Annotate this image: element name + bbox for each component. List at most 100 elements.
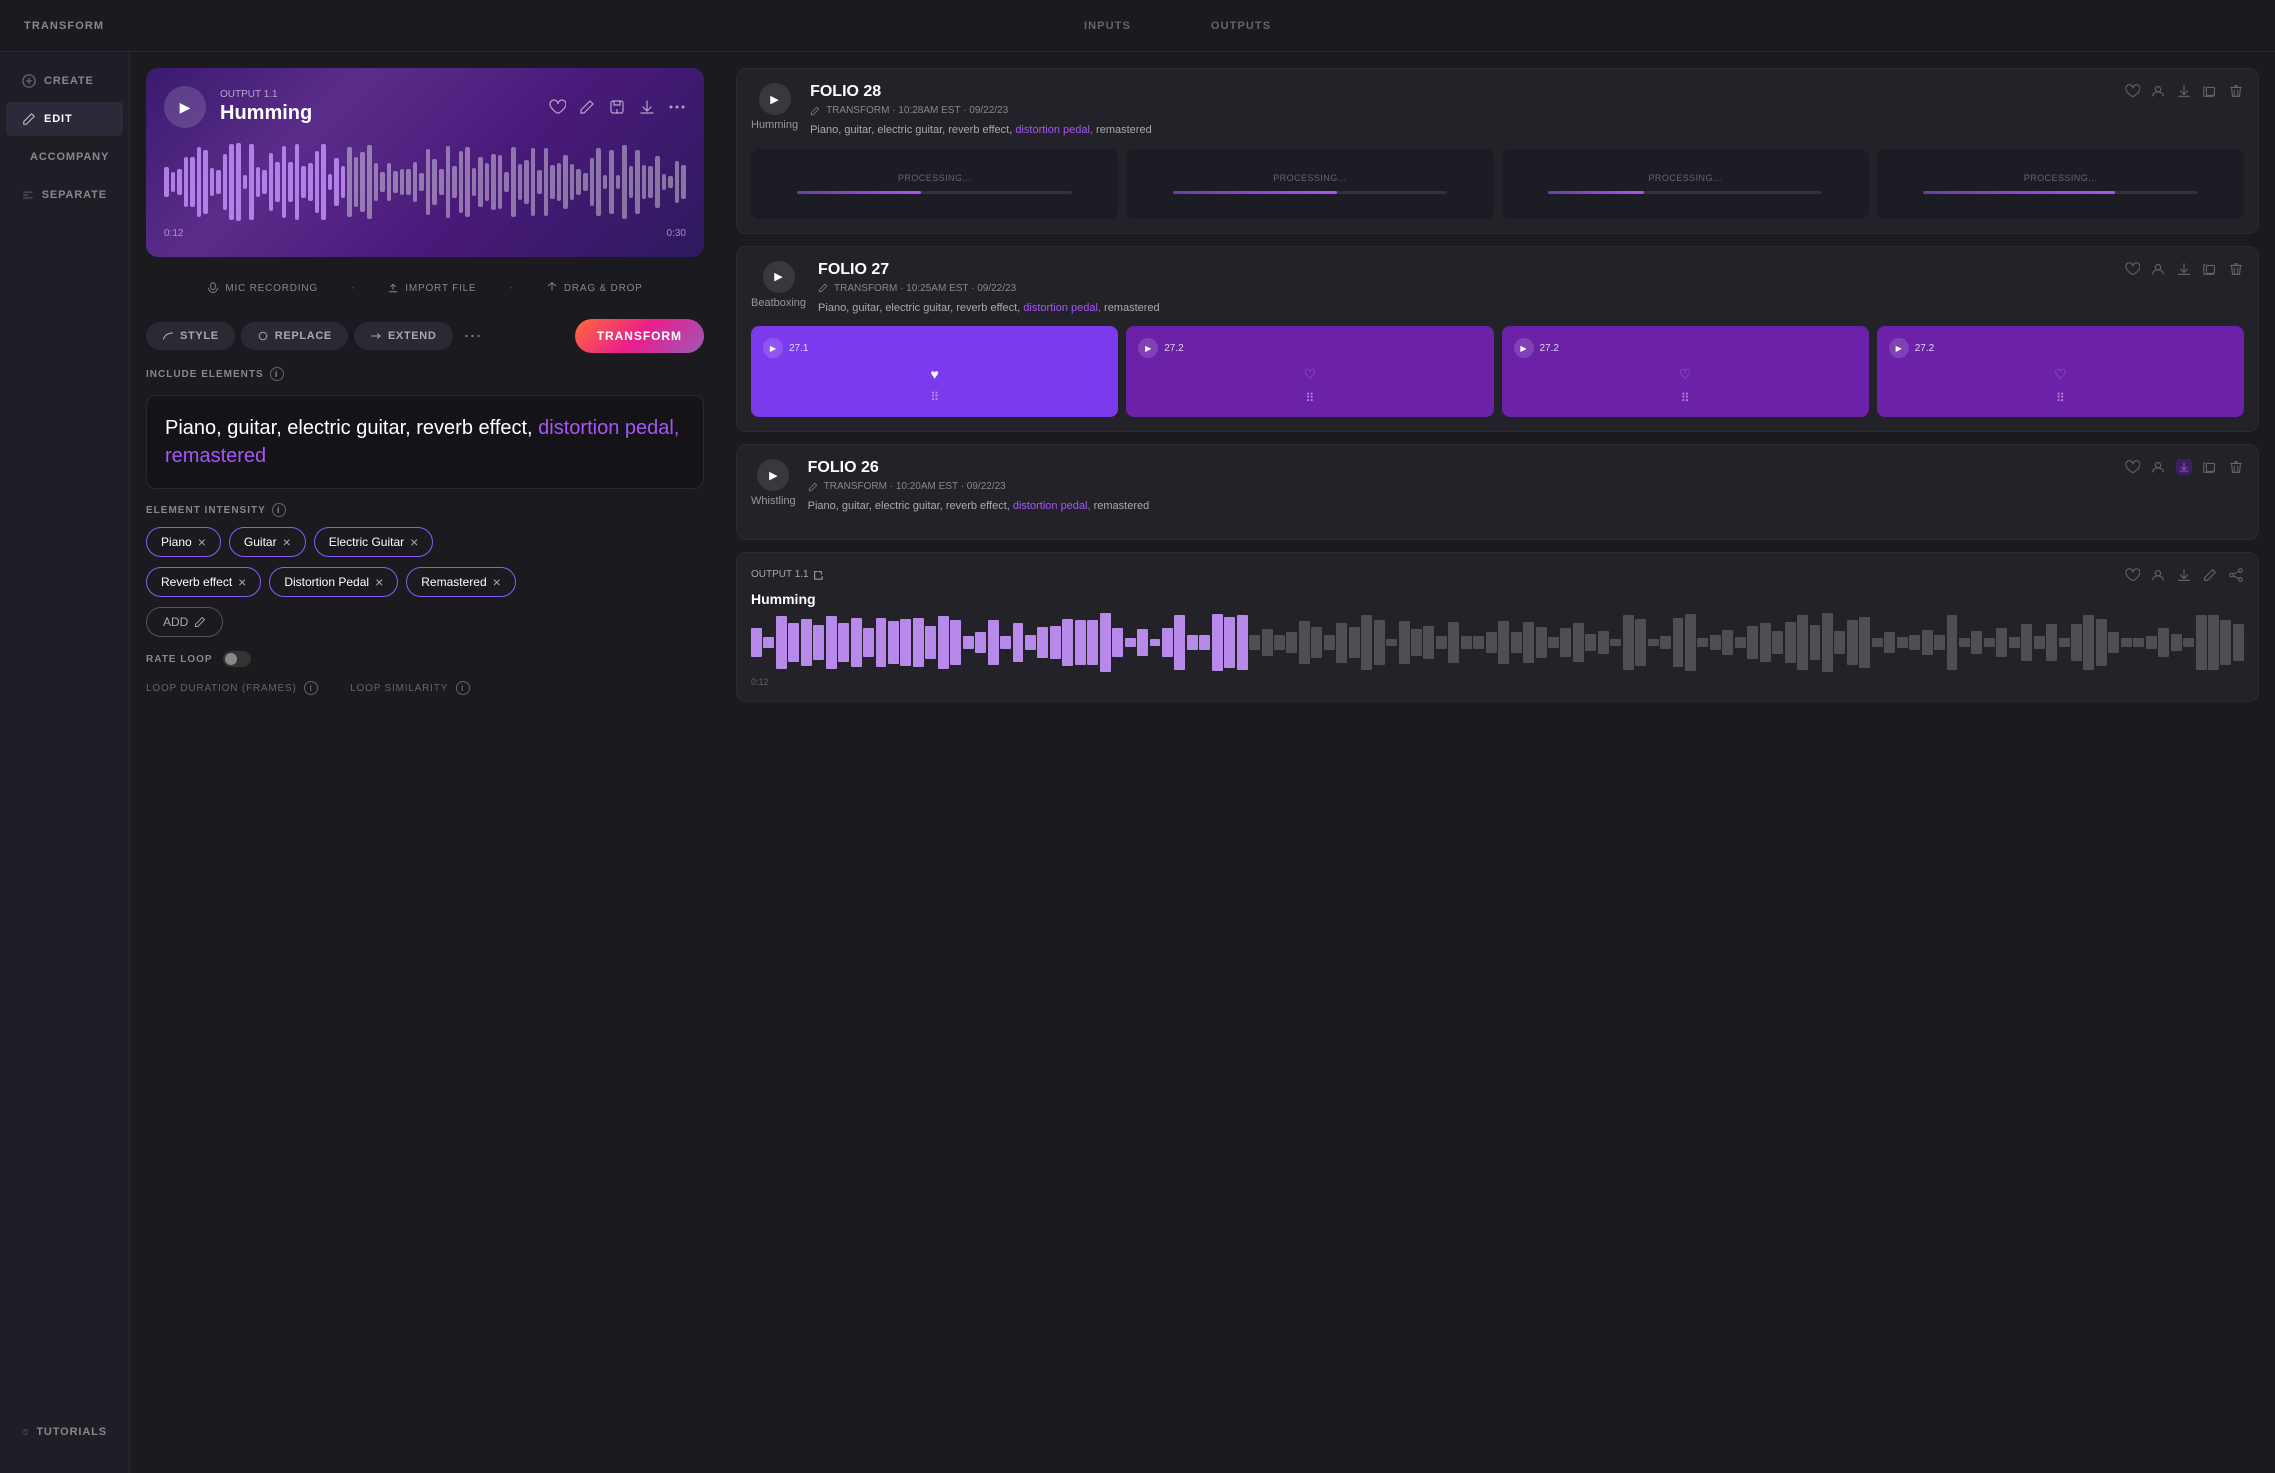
tag-electric-guitar[interactable]: Electric Guitar × [314,527,434,557]
output-edit-icon[interactable] [2202,567,2218,583]
folio-28-heart-icon[interactable] [2124,83,2140,99]
folio-26-play-button[interactable]: ▶ [757,459,789,491]
edit-icon[interactable] [578,98,596,116]
version-27-2b-heart[interactable]: ♡ [1679,366,1692,383]
sidebar-item-separate[interactable]: SEPARATE [6,178,123,212]
tag-remastered[interactable]: Remastered × [406,567,516,597]
sidebar-item-edit-label: EDIT [44,113,73,125]
folio-26-delete-icon[interactable] [2228,459,2244,475]
tag-guitar-remove[interactable]: × [283,535,291,549]
style-tab[interactable]: STYLE [146,322,235,350]
processing-bar-3 [1548,191,1644,194]
sidebar-item-create[interactable]: CREATE [6,64,123,98]
tag-reverb[interactable]: Reverb effect × [146,567,261,597]
transform-label: TRANSFORM [24,20,104,32]
nav-outputs[interactable]: OUTPUTS [1211,20,1271,32]
version-27-2b[interactable]: ▶ 27.2 ♡ ⠿ [1502,326,1869,417]
output-profile-icon[interactable] [2150,567,2166,583]
output-label: OUTPUT 1.1 [220,89,534,100]
folio-27-download-icon[interactable] [2176,261,2192,277]
time-start: 0:12 [164,228,183,239]
rate-loop-toggle[interactable] [223,651,251,667]
output-download-icon[interactable] [2176,567,2192,583]
tag-piano-remove[interactable]: × [198,535,206,549]
element-intensity-info-icon[interactable]: i [272,503,286,517]
loop-similarity-info-icon[interactable]: i [456,681,470,695]
version-27-2c-heart[interactable]: ♡ [2054,366,2067,383]
mic-recording-option[interactable]: MIC RECORDING [207,279,318,297]
sidebar-item-accompany[interactable]: ACCOMPANY [6,140,123,174]
sidebar-item-tutorials[interactable]: TUTORIALS [6,1415,123,1449]
version-27-1-heart[interactable]: ♥ [930,366,938,382]
drag-drop-option[interactable]: DRAG & DROP [546,279,643,297]
tag-reverb-remove[interactable]: × [238,575,246,589]
folio-28-download-icon[interactable] [2176,83,2192,99]
prompt-box[interactable]: Piano, guitar, electric guitar, reverb e… [146,395,704,489]
folio-27-title: FOLIO 27 [818,261,2112,279]
version-27-2a-heart[interactable]: ♡ [1304,366,1317,383]
time-labels: 0:12 0:30 [164,228,686,239]
more-icon[interactable] [668,98,686,116]
folio-26-copy-icon[interactable] [2202,459,2218,475]
processing-item-2: PROCESSING... [1126,149,1493,219]
include-elements-info-icon[interactable]: i [270,367,284,381]
folio-26-link[interactable]: distortion pedal, [1013,500,1091,512]
folio-28-profile-icon[interactable] [2150,83,2166,99]
transform-button[interactable]: TRANSFORM [575,319,704,353]
sidebar-item-edit[interactable]: EDIT [6,102,123,136]
download-icon[interactable] [638,98,656,116]
add-edit-icon [194,616,206,628]
nav-inputs[interactable]: INPUTS [1084,20,1131,32]
version-27-1[interactable]: ▶ 27.1 ♥ ⠿ [751,326,1118,417]
output-share-icon[interactable] [2228,567,2244,583]
folio-28-link[interactable]: distortion pedal, [1015,124,1093,136]
folio-28-delete-icon[interactable] [2228,83,2244,99]
version-27-2b-play-row: ▶ 27.2 [1514,338,1857,358]
save-icon[interactable] [608,98,626,116]
version-27-2a-play-btn[interactable]: ▶ [1138,338,1158,358]
processing-text-1: PROCESSING... [898,173,971,183]
sidebar-item-create-label: CREATE [44,75,94,87]
folio-27-link[interactable]: distortion pedal, [1023,302,1101,314]
folio-26-actions [2124,459,2244,475]
output-heart-icon[interactable] [2124,567,2140,583]
tag-distortion[interactable]: Distortion Pedal × [269,567,398,597]
more-options-button[interactable]: ⋯ [459,322,487,350]
folio-26-download-icon[interactable] [2176,459,2192,475]
time-end: 0:30 [667,228,686,239]
tag-distortion-remove[interactable]: × [375,575,383,589]
version-27-2c-play-btn[interactable]: ▶ [1889,338,1909,358]
tag-piano[interactable]: Piano × [146,527,221,557]
waveform[interactable] [164,142,686,222]
folio-26-heart-icon[interactable] [2124,459,2140,475]
heart-icon[interactable] [548,98,566,116]
element-intensity-label: ELEMENT INTENSITY i [146,503,704,517]
version-27-2a[interactable]: ▶ 27.2 ♡ ⠿ [1126,326,1493,417]
pencil-icon [22,112,36,126]
version-27-1-play-btn[interactable]: ▶ [763,338,783,358]
processing-item-4: PROCESSING... [1877,149,2244,219]
folio-28-play-button[interactable]: ▶ [759,83,791,115]
version-27-2c[interactable]: ▶ 27.2 ♡ ⠿ [1877,326,2244,417]
version-27-2b-play-btn[interactable]: ▶ [1514,338,1534,358]
folio-27-delete-icon[interactable] [2228,261,2244,277]
tag-guitar[interactable]: Guitar × [229,527,306,557]
folio-27-heart-icon[interactable] [2124,261,2140,277]
loop-duration-info-icon[interactable]: i [304,681,318,695]
folio-26-profile-icon[interactable] [2150,459,2166,475]
tag-remastered-remove[interactable]: × [493,575,501,589]
folio-27-profile-icon[interactable] [2150,261,2166,277]
tag-electric-guitar-remove[interactable]: × [410,535,418,549]
folio-27-copy-icon[interactable] [2202,261,2218,277]
main-play-button[interactable]: ▶ [164,86,206,128]
replace-tab[interactable]: REPLACE [241,322,348,350]
folio-26-play-label: Whistling [751,495,796,507]
add-element-button[interactable]: ADD [146,607,223,637]
tags-section: ELEMENT INTENSITY i Piano × Guitar × [146,503,704,637]
mini-waveform[interactable] [751,613,2244,673]
extend-tab[interactable]: EXTEND [354,322,453,350]
folio-28-copy-icon[interactable] [2202,83,2218,99]
mini-time: 0:12 [751,677,2244,687]
folio-27-play-button[interactable]: ▶ [763,261,795,293]
import-file-option[interactable]: IMPORT FILE [387,279,476,297]
